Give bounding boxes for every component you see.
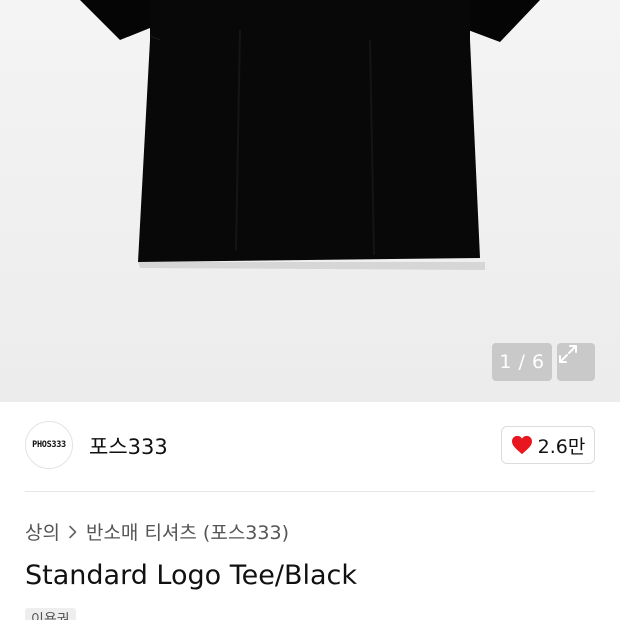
expand-image-button[interactable] xyxy=(557,343,595,381)
product-image-gallery[interactable]: 1 / 6 xyxy=(0,0,620,402)
image-counter-text: 1 / 6 xyxy=(499,351,545,373)
like-button[interactable]: 2.6만 xyxy=(501,426,595,464)
chevron-right-icon xyxy=(68,525,78,539)
brand-name-link[interactable]: 포스333 xyxy=(89,431,168,461)
product-detail-page: 1 / 6 PHOS333 포스333 2.6만 상의 반소매 티셔츠 (포스3… xyxy=(0,0,620,620)
like-count: 2.6만 xyxy=(537,435,586,458)
image-counter: 1 / 6 xyxy=(492,343,552,381)
heart-icon xyxy=(511,435,532,455)
divider xyxy=(25,491,595,492)
brand-logo-text: PHOS333 xyxy=(32,440,66,450)
breadcrumb-item-category[interactable]: 반소매 티셔츠 (포스333) xyxy=(86,518,289,545)
breadcrumb-item-top[interactable]: 상의 xyxy=(25,518,60,545)
brand-row: PHOS333 포스333 2.6만 xyxy=(25,421,595,471)
breadcrumb: 상의 반소매 티셔츠 (포스333) xyxy=(25,518,289,545)
product-tag: 이용권 xyxy=(25,608,76,620)
expand-arrows-icon xyxy=(559,345,577,363)
product-title: Standard Logo Tee/Black xyxy=(25,560,358,591)
product-image-tshirt xyxy=(0,0,620,402)
brand-logo[interactable]: PHOS333 xyxy=(25,421,73,469)
